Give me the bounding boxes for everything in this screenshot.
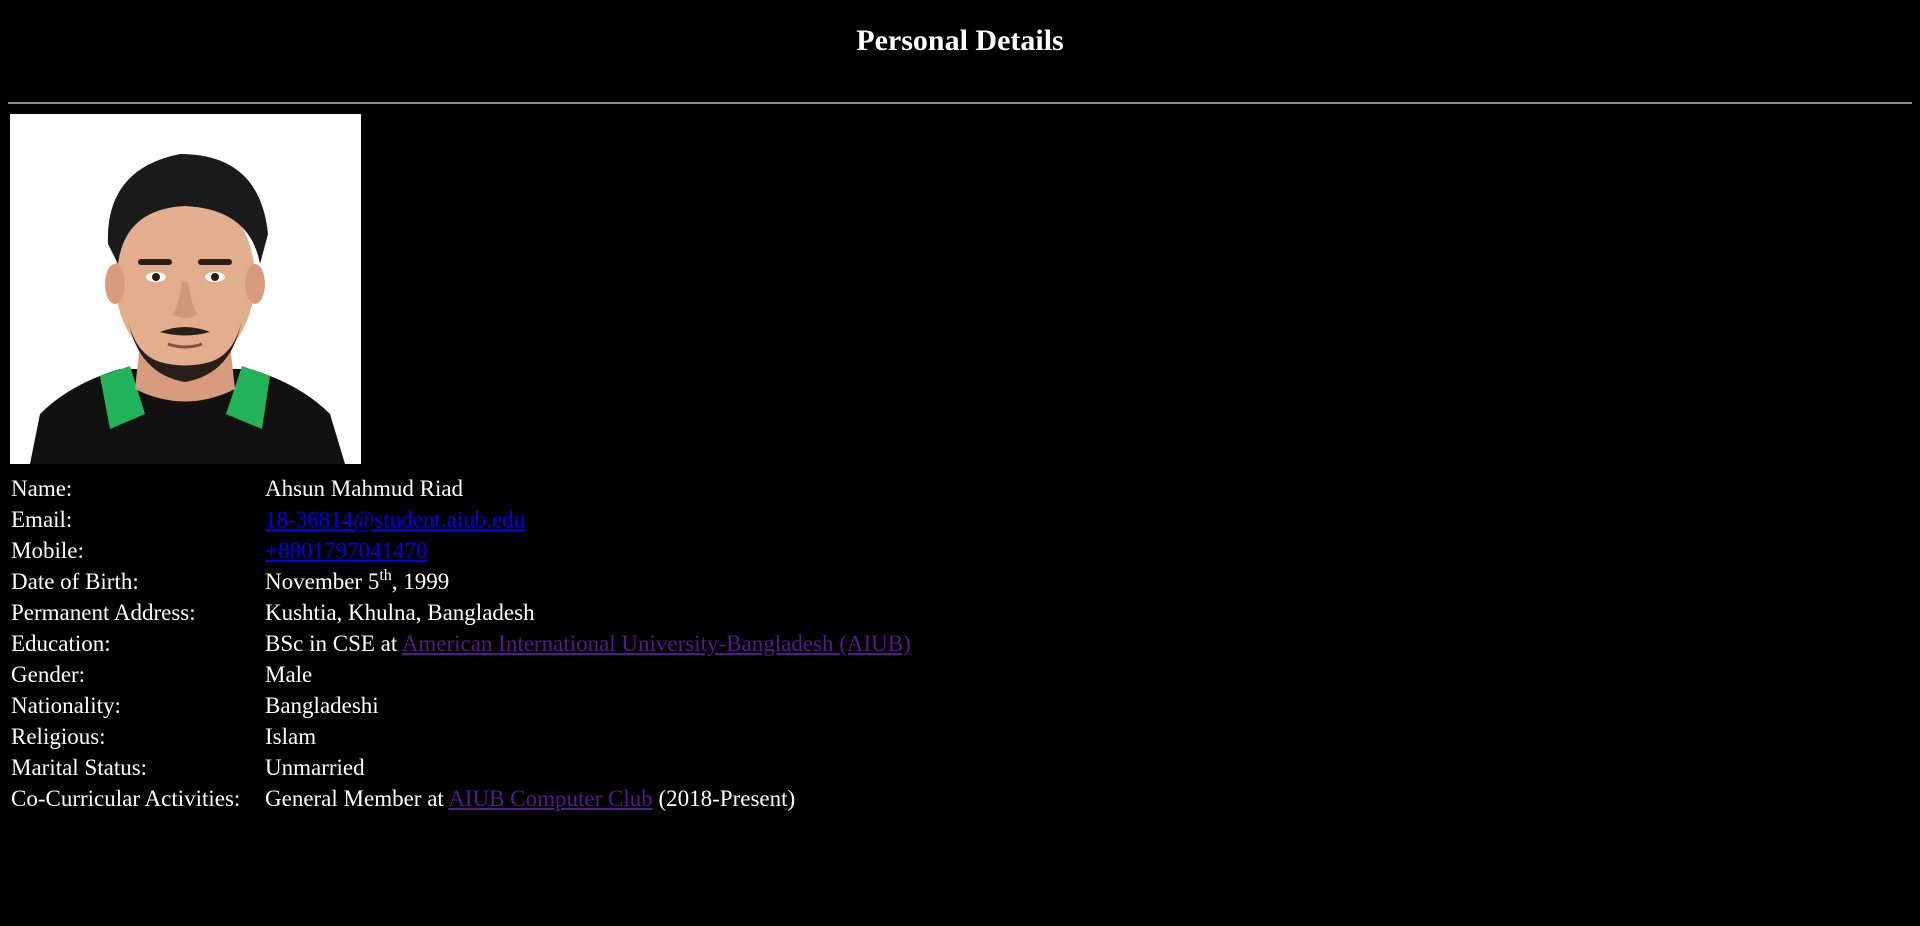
table-row: Nationality: Bangladeshi [10, 691, 912, 720]
religious-label: Religious: [11, 724, 106, 749]
address-value: Kushtia, Khulna, Bangladesh [265, 600, 535, 625]
page-title: Personal Details [856, 24, 1064, 57]
mobile-label: Mobile: [11, 538, 84, 563]
dob-value: November 5th, 1999 [264, 567, 912, 596]
table-row: Co-Curricular Activities: General Member… [10, 784, 912, 813]
email-link[interactable]: 18-36814@student.aiub.edu [265, 507, 525, 532]
name-value: Ahsun Mahmud Riad [265, 476, 464, 501]
computer-club-link[interactable]: AIUB Computer Club [448, 786, 652, 811]
education-value: BSc in CSE at American International Uni… [264, 629, 912, 658]
email-label: Email: [11, 507, 73, 532]
marital-value: Unmarried [265, 755, 365, 780]
profile-photo [10, 114, 361, 464]
nationality-value: Bangladeshi [265, 693, 379, 718]
dob-label: Date of Birth: [11, 569, 139, 594]
details-table: Name: Ahsun Mahmud Riad Email: 18-36814@… [8, 472, 914, 815]
activities-period: (2018-Present) [652, 786, 796, 811]
university-link[interactable]: American International University-Bangla… [402, 631, 911, 656]
activities-value: General Member at AIUB Computer Club (20… [264, 784, 912, 813]
table-row: Marital Status: Unmarried [10, 753, 912, 782]
marital-label: Marital Status: [11, 755, 148, 780]
activities-label: Co-Curricular Activities: [11, 786, 241, 811]
email-value: 18-36814@student.aiub.edu [264, 505, 912, 534]
page: Personal Details Name: Ahsun Mahmud Riad… [0, 0, 1920, 926]
address-label: Permanent Address: [11, 600, 196, 625]
gender-label: Gender: [11, 662, 86, 687]
education-label: Education: [11, 631, 111, 656]
activities-role: General Member at [265, 786, 449, 811]
table-row: Name: Ahsun Mahmud Riad [10, 474, 912, 503]
profile-photo-image [10, 114, 361, 464]
education-degree: BSc in CSE at [265, 631, 402, 656]
mobile-value: +8801797041470 [264, 536, 912, 565]
mobile-link[interactable]: +8801797041470 [265, 538, 427, 563]
table-row: Gender: Male [10, 660, 912, 689]
table-row: Mobile: +8801797041470 [10, 536, 912, 565]
name-label: Name: [11, 476, 73, 501]
dob-ordinal: th [379, 567, 392, 584]
table-row: Permanent Address: Kushtia, Khulna, Bang… [10, 598, 912, 627]
dob-month-day: November 5 [265, 569, 380, 594]
table-row: Date of Birth: November 5th, 1999 [10, 567, 912, 596]
nationality-label: Nationality: [11, 693, 121, 718]
dob-year: , 1999 [391, 569, 450, 594]
table-row: Email: 18-36814@student.aiub.edu [10, 505, 912, 534]
religious-value: Islam [265, 724, 317, 749]
title-divider [8, 102, 1912, 104]
table-row: Religious: Islam [10, 722, 912, 751]
gender-value: Male [265, 662, 313, 687]
table-row: Education: BSc in CSE at American Intern… [10, 629, 912, 658]
